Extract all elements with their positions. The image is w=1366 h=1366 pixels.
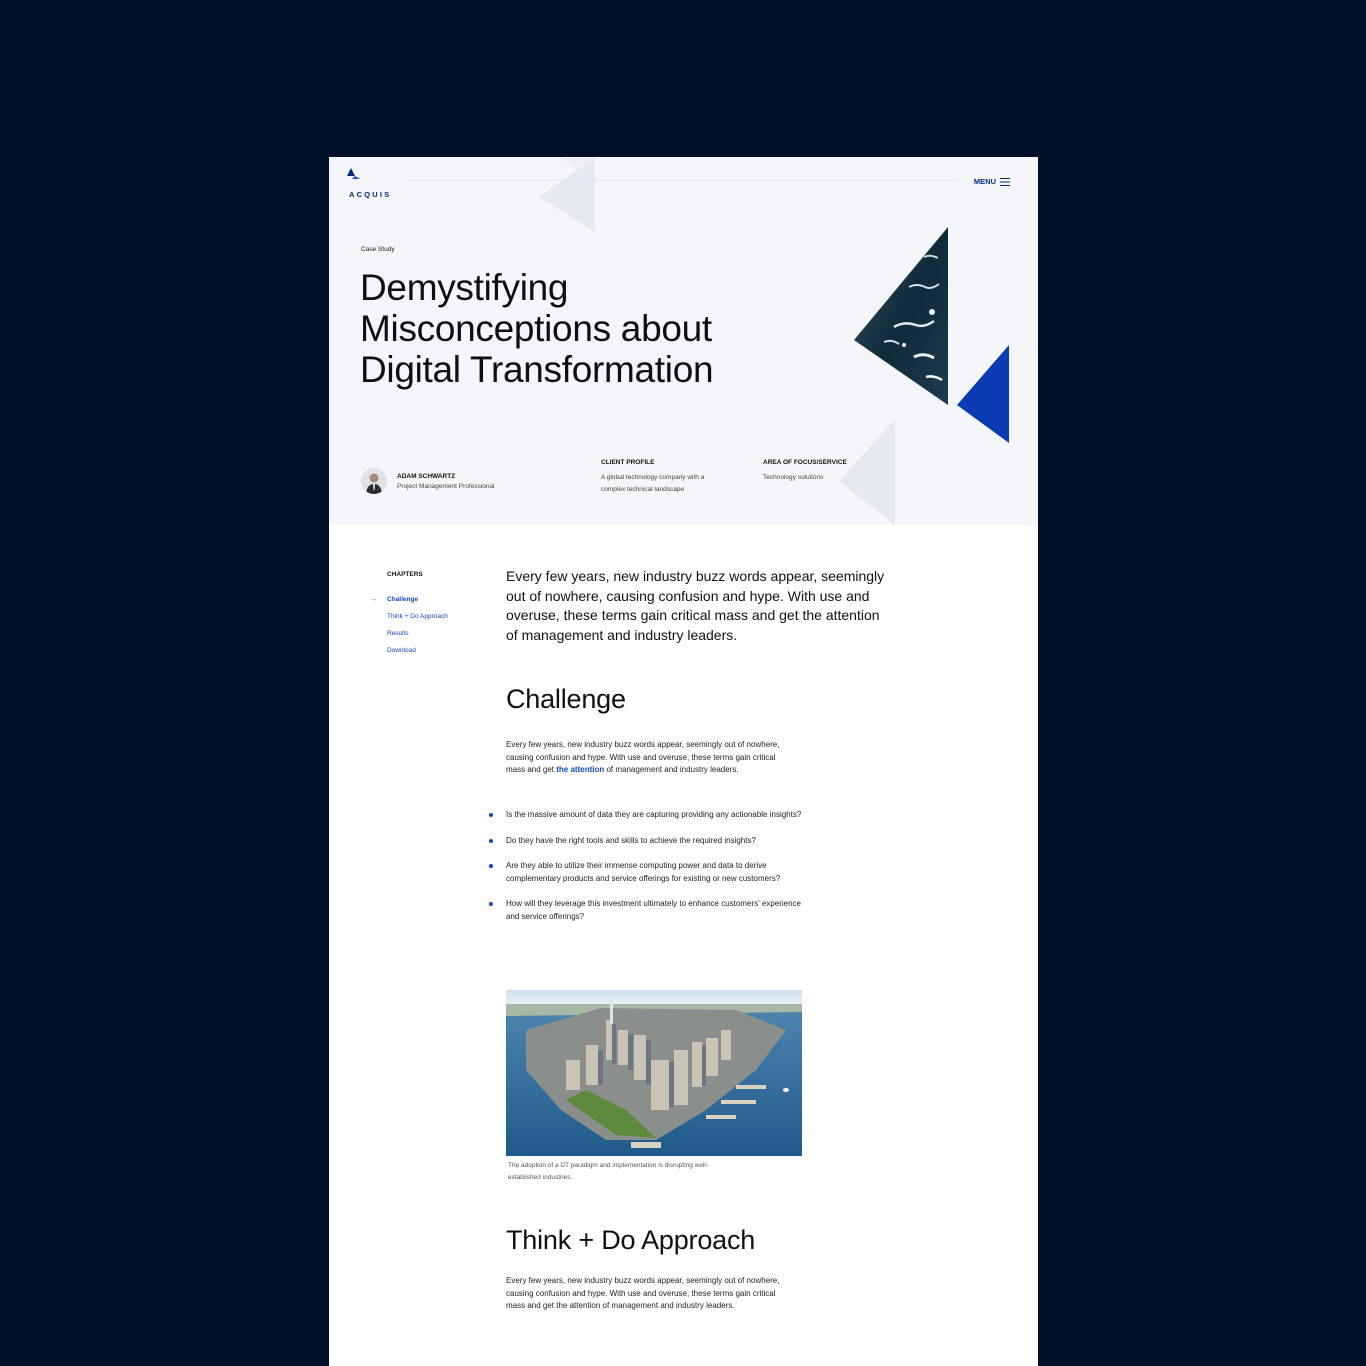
bullet-text: Are they able to utilize their immense c… [506, 861, 781, 883]
attention-link[interactable]: the attention [556, 765, 604, 774]
logo-mark-icon [347, 168, 360, 179]
approach-heading: Think + Do Approach [506, 1225, 756, 1255]
arrow-right-icon: → [370, 596, 377, 603]
chapter-link-approach[interactable]: Think + Do Approach [387, 613, 448, 630]
avatar [361, 468, 387, 494]
case-study-page: ACQUIS MENU Case Study Demystifying Misc… [329, 157, 1038, 1366]
approach-paragraph: Every few years, new industry buzz words… [506, 1276, 780, 1310]
author-role: Project Management Professional [397, 482, 495, 490]
chapter-link-results[interactable]: Results [387, 630, 448, 647]
chapter-link-download[interactable]: Download [387, 647, 448, 664]
city-aerial-photo [506, 990, 802, 1156]
eyebrow-label: Case Study [361, 246, 395, 253]
bullet-text: How will they leverage this investment u… [506, 899, 801, 921]
photo-caption: The adoption of a DT paradigm and implem… [508, 1162, 709, 1181]
list-item: Is the massive amount of data they are c… [489, 809, 806, 822]
bullet-dot-icon [489, 864, 493, 868]
challenge-text-after: of management and industry leaders. [604, 765, 739, 774]
bullet-dot-icon [489, 813, 493, 817]
author-block: ADAM SCHWARTZ Project Management Profess… [361, 468, 495, 494]
acquis-logo[interactable]: ACQUIS [341, 167, 401, 199]
lead-paragraph-wrap: Every few years, new industry buzz words… [506, 567, 886, 645]
chapter-label: Challenge [387, 596, 419, 603]
area-of-focus: AREA OF FOCUS/SERVICE Technology solutio… [763, 459, 873, 484]
bullet-dot-icon [489, 838, 493, 843]
chapters-nav: CHAPTERS → Challenge Think + Do Approach… [370, 571, 448, 664]
list-item: Do they have the right tools and skills … [489, 835, 806, 848]
ocean-image-triangle [854, 227, 948, 405]
header-divider [407, 180, 957, 181]
chapter-label: Results [387, 630, 409, 637]
chapter-label: Download [387, 647, 416, 654]
bullet-text: Do they have the right tools and skills … [506, 835, 756, 845]
page-title: Demystifying Misconceptions about Digita… [360, 267, 714, 390]
chapter-link-challenge[interactable]: → Challenge [370, 596, 448, 613]
client-profile: CLIENT PROFILE A global technology compa… [601, 459, 726, 496]
bullet-text: Is the massive amount of data they are c… [506, 810, 802, 819]
challenge-paragraph: Every few years, new industry buzz words… [506, 739, 786, 777]
hero-section: ACQUIS MENU Case Study Demystifying Misc… [329, 157, 1038, 525]
challenge-bullets: Is the massive amount of data they are c… [489, 809, 806, 936]
author-name: ADAM SCHWARTZ [397, 472, 456, 480]
decorative-triangle-top [539, 157, 595, 232]
menu-label: MENU [973, 177, 996, 186]
blue-triangle [957, 345, 1009, 443]
list-item: How will they leverage this investment u… [489, 898, 806, 923]
menu-button[interactable]: MENU [974, 177, 1010, 186]
area-of-focus-heading: AREA OF FOCUS/SERVICE [763, 459, 847, 466]
client-profile-text: A global technology company with a compl… [601, 474, 705, 493]
chapter-label: Think + Do Approach [387, 613, 448, 620]
lead-paragraph: Every few years, new industry buzz words… [506, 568, 885, 643]
logo-text: ACQUIS [349, 190, 392, 199]
chapters-heading: CHAPTERS [387, 571, 423, 578]
client-profile-heading: CLIENT PROFILE [601, 459, 655, 466]
hamburger-icon [1000, 177, 1010, 186]
bullet-dot-icon [489, 902, 493, 906]
area-of-focus-text: Technology solutions [763, 474, 824, 481]
challenge-heading: Challenge [506, 684, 626, 714]
list-item: Are they able to utilize their immense c… [489, 860, 806, 885]
